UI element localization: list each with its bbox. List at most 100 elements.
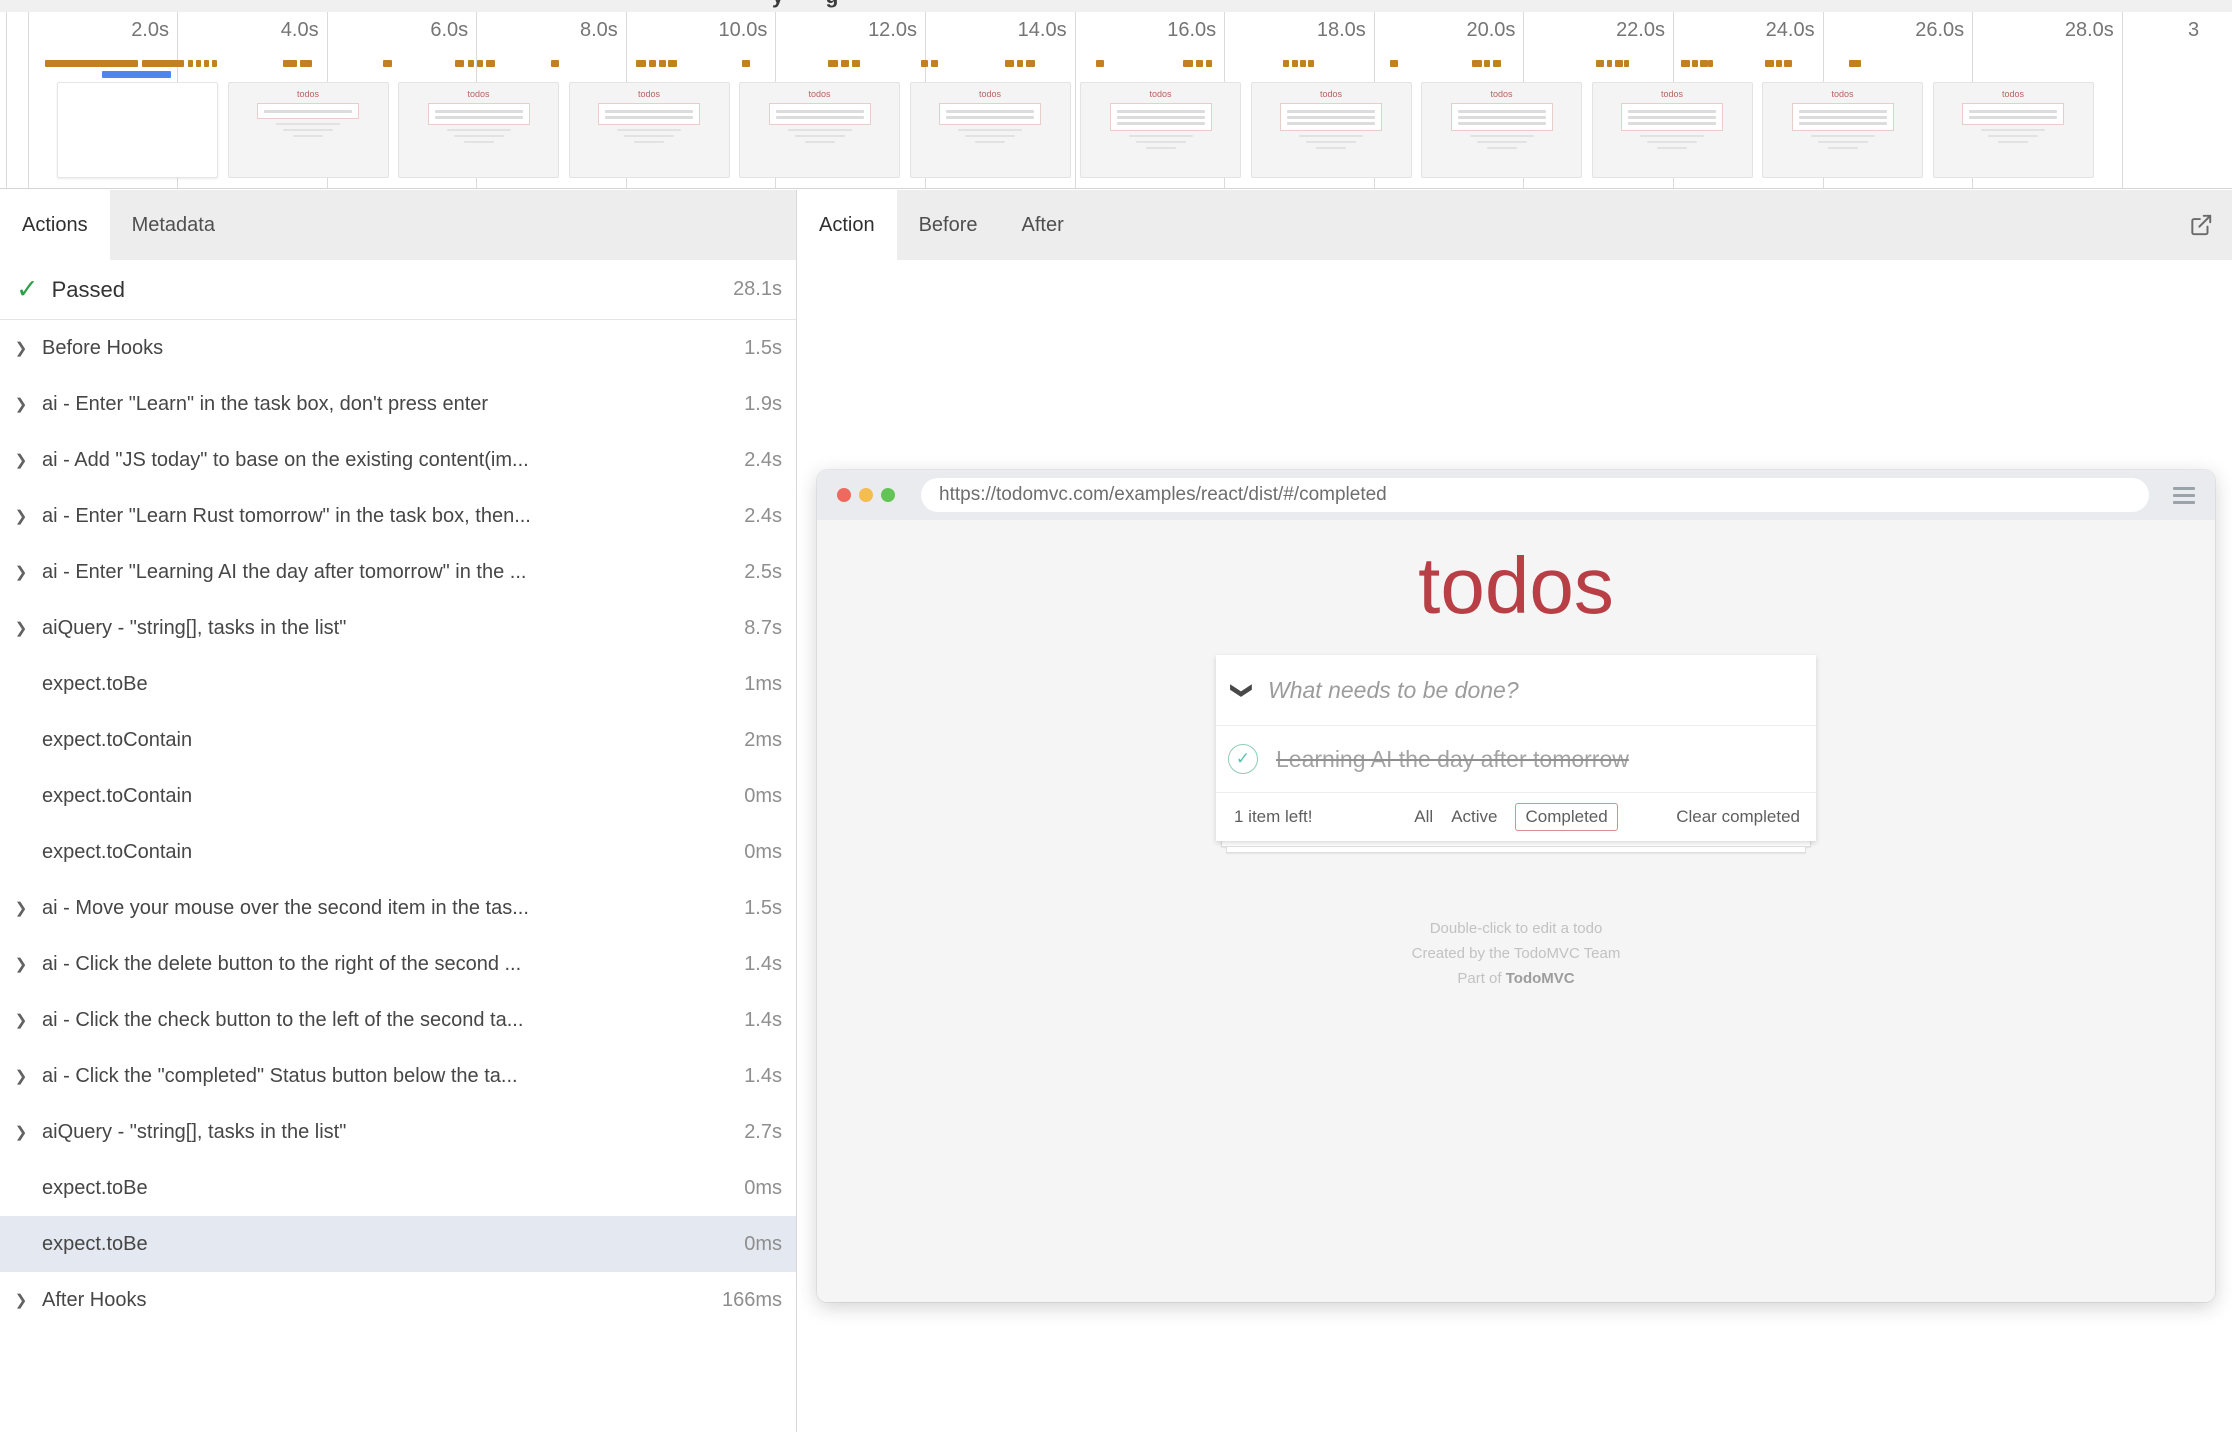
toggle-all-chevron-icon[interactable]: ❯	[1230, 664, 1255, 716]
thumbnail-card	[1621, 103, 1723, 131]
timeline-thumbnail[interactable]: todos	[910, 82, 1071, 178]
new-todo-placeholder: What needs to be done?	[1268, 677, 1519, 704]
tab-metadata[interactable]: Metadata	[110, 190, 237, 260]
action-row[interactable]: ❯ai - Click the check button to the left…	[0, 992, 796, 1048]
timeline-thumbnail[interactable]: todos	[739, 82, 900, 178]
action-row[interactable]: ❯aiQuery - "string[], tasks in the list"…	[0, 1104, 796, 1160]
timeline-thumbnail[interactable]: todos	[1762, 82, 1923, 178]
tab-actions[interactable]: Actions	[0, 190, 110, 260]
timeline-thumbnail[interactable]: todos	[1080, 82, 1241, 178]
expand-chevron-icon[interactable]: ❯	[0, 1291, 42, 1309]
timeline[interactable]: 2.0s4.0s6.0s8.0s10.0s12.0s14.0s16.0s18.0…	[0, 12, 2232, 189]
expand-chevron-icon[interactable]: ❯	[0, 451, 42, 469]
url-bar[interactable]: https://todomvc.com/examples/react/dist/…	[921, 478, 2149, 512]
action-row[interactable]: expect.toContain0ms	[0, 824, 796, 880]
expand-chevron-icon[interactable]: ❯	[0, 563, 42, 581]
expand-chevron-icon[interactable]: ❯	[0, 899, 42, 917]
todo-footer: 1 item left! All Active Completed Clear co…	[1216, 792, 1816, 841]
action-mark	[1596, 60, 1604, 67]
thumbnail-card	[1451, 103, 1553, 131]
action-mark	[1096, 60, 1104, 67]
expand-chevron-icon[interactable]: ❯	[0, 1011, 42, 1029]
action-row[interactable]: expect.toBe1ms	[0, 656, 796, 712]
action-mark	[931, 60, 938, 67]
timeline-gridline	[1075, 12, 1076, 188]
filter-all[interactable]: All	[1414, 807, 1433, 827]
action-row[interactable]: ❯ai - Enter "Learn Rust tomorrow" in the…	[0, 488, 796, 544]
right-panel-tabs: ActionBeforeAfter	[797, 190, 2232, 260]
thumbnail-card	[1110, 103, 1212, 131]
tab-before[interactable]: Before	[897, 190, 1000, 260]
filter-completed[interactable]: Completed	[1515, 803, 1617, 831]
timeline-thumbnail[interactable]: todos	[569, 82, 730, 178]
thumbnail-line	[435, 116, 523, 119]
tab-action[interactable]: Action	[797, 190, 897, 260]
action-row[interactable]: ❯ai - Click the delete button to the rig…	[0, 936, 796, 992]
timeline-thumbnail[interactable]	[57, 82, 218, 178]
action-row[interactable]: ❯ai - Add "JS today" to base on the exis…	[0, 432, 796, 488]
thumbnail-todos-label: todos	[1252, 89, 1411, 99]
tab-after[interactable]: After	[1000, 190, 1086, 260]
expand-chevron-icon[interactable]: ❯	[0, 1123, 42, 1141]
action-duration: 0ms	[732, 1233, 782, 1256]
clear-completed-button[interactable]: Clear completed	[1676, 807, 1800, 827]
timeline-thumbnail[interactable]: todos	[1251, 82, 1412, 178]
action-row[interactable]: ❯After Hooks166ms	[0, 1272, 796, 1328]
timeline-thumbnail[interactable]: todos	[1421, 82, 1582, 178]
thumbnail-todos-label: todos	[1934, 89, 2093, 99]
items-left-count: 1 item left!	[1234, 807, 1312, 827]
timeline-thumbnail[interactable]: todos	[1592, 82, 1753, 178]
action-row[interactable]: ❯ai - Enter "Learning AI the day after t…	[0, 544, 796, 600]
action-row[interactable]: ❯ai - Click the "completed" Status butto…	[0, 1048, 796, 1104]
action-title: Before Hooks	[42, 337, 732, 360]
todomvc-link[interactable]: TodoMVC	[1506, 970, 1575, 987]
thumbnail-line	[1799, 122, 1887, 125]
action-title: ai - Enter "Learn Rust tomorrow" in the …	[42, 505, 732, 528]
action-row[interactable]: ❯ai - Move your mouse over the second it…	[0, 880, 796, 936]
action-duration: 1.4s	[732, 1065, 782, 1088]
action-title: ai - Click the delete button to the righ…	[42, 953, 732, 976]
expand-chevron-icon[interactable]: ❯	[0, 395, 42, 413]
action-row[interactable]: expect.toContain0ms	[0, 768, 796, 824]
action-duration: 1.5s	[732, 337, 782, 360]
thumbnail-footer-line	[1647, 141, 1697, 143]
filter-active[interactable]: Active	[1451, 807, 1497, 827]
action-row[interactable]: expect.toBe0ms	[0, 1216, 796, 1272]
expand-chevron-icon[interactable]: ❯	[0, 955, 42, 973]
test-status-row[interactable]: ✓ Passed 28.1s	[0, 260, 796, 320]
action-mark	[1292, 60, 1298, 67]
action-row[interactable]: ❯ai - Enter "Learn" in the task box, don…	[0, 376, 796, 432]
action-duration: 166ms	[710, 1289, 782, 1312]
action-title: After Hooks	[42, 1289, 710, 1312]
expand-chevron-icon[interactable]: ❯	[0, 507, 42, 525]
thumbnail-card	[1962, 103, 2064, 125]
new-todo-row[interactable]: ❯ What needs to be done?	[1216, 655, 1816, 725]
thumbnail-line	[1458, 110, 1546, 113]
action-title: expect.toBe	[42, 1233, 732, 1256]
todo-complete-toggle[interactable]: ✓	[1228, 744, 1258, 774]
action-title: ai - Click the check button to the left …	[42, 1009, 732, 1032]
action-mark	[45, 60, 138, 67]
action-duration: 8.7s	[732, 617, 782, 640]
todomvc-info: Double-click to edit a todo Created by t…	[817, 912, 2215, 995]
action-row[interactable]: ❯aiQuery - "string[], tasks in the list"…	[0, 600, 796, 656]
action-mark	[1308, 60, 1314, 67]
thumbnail-card	[769, 103, 871, 125]
action-row[interactable]: expect.toContain2ms	[0, 712, 796, 768]
expand-chevron-icon[interactable]: ❯	[0, 339, 42, 357]
timeline-thumbnail[interactable]: todos	[1933, 82, 2094, 178]
thumbnail-line	[1287, 122, 1375, 125]
todo-card-stack: ❯ What needs to be done? ✓ Learning AI t…	[1216, 655, 1816, 853]
action-row[interactable]: expect.toBe0ms	[0, 1160, 796, 1216]
action-list: ❯Before Hooks1.5s❯ai - Enter "Learn" in …	[0, 320, 796, 1328]
todo-item[interactable]: ✓ Learning AI the day after tomorrow	[1216, 725, 1816, 792]
timeline-thumbnail[interactable]: todos	[398, 82, 559, 178]
thumbnail-footer-line	[634, 141, 664, 143]
menu-icon[interactable]	[2173, 487, 2195, 504]
expand-chevron-icon[interactable]: ❯	[0, 619, 42, 637]
timeline-thumbnail[interactable]: todos	[228, 82, 389, 178]
expand-chevron-icon[interactable]: ❯	[0, 1067, 42, 1085]
action-row[interactable]: ❯Before Hooks1.5s	[0, 320, 796, 376]
open-external-icon[interactable]	[2188, 212, 2214, 238]
action-mark	[1784, 60, 1792, 67]
